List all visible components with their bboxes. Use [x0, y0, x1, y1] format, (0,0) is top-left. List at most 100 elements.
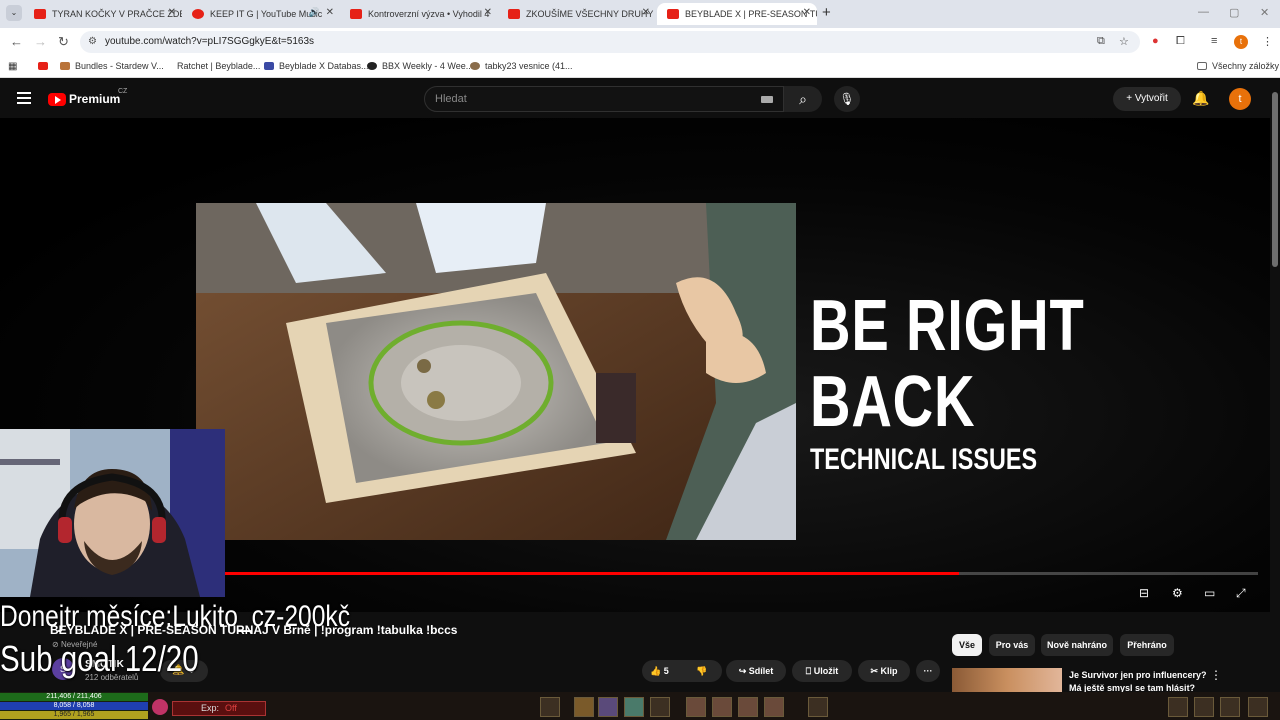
clip-button[interactable]: ✂ Klip — [858, 660, 910, 682]
bbx-icon — [367, 62, 377, 70]
all-bookmarks[interactable]: Všechny záložky — [1197, 61, 1279, 71]
skill-slot[interactable] — [764, 697, 784, 717]
portrait-icon[interactable] — [152, 699, 168, 715]
address-toolbar: ← → ↻ ⚙ youtube.com/watch?v=pLI7SGGgkyE&… — [0, 28, 1280, 56]
menu-kebab-icon[interactable]: ⋮ — [1262, 35, 1273, 48]
menu-slot[interactable] — [1220, 697, 1240, 717]
youtube-logo[interactable]: Premium CZ — [48, 88, 127, 106]
extension-badge-icon[interactable]: ● — [1152, 35, 1159, 47]
bookmark-star-icon[interactable]: ☆ — [1119, 35, 1129, 48]
menu-slot[interactable] — [1248, 697, 1268, 717]
reload-icon[interactable]: ↻ — [58, 34, 69, 50]
subtitles-icon[interactable]: ⊟ — [1139, 586, 1149, 600]
maximize-icon[interactable]: ▢ — [1229, 6, 1239, 19]
browser-tab[interactable]: KEEP IT G | YouTube Music 🔊 ✕ — [182, 3, 340, 25]
back-icon[interactable]: ← — [10, 34, 23, 49]
bookmark-item[interactable]: BBX Weekly - 4 Wee... — [367, 61, 473, 71]
skill-slot[interactable] — [686, 697, 706, 717]
skill-slot[interactable] — [712, 697, 732, 717]
tab-title: BEYBLADE X | PRE-SEASON TU — [685, 9, 817, 19]
skill-slot[interactable] — [574, 697, 594, 717]
create-button[interactable]: + Vytvořit — [1113, 87, 1181, 111]
sub-goal-overlay: Sub goal 12/20 — [0, 638, 199, 679]
apps-grid-icon[interactable]: ▦ — [8, 61, 17, 72]
search-icon: ⌕ — [799, 91, 807, 107]
extensions-icon[interactable]: ⧠ — [1176, 35, 1185, 48]
forward-icon[interactable]: → — [34, 34, 47, 49]
minimize-icon[interactable]: — — [1198, 6, 1209, 18]
brb-line-3: TECHNICAL ISSUES — [810, 443, 1038, 476]
bookmark-item[interactable]: Bundles - Stardew V... — [60, 61, 164, 71]
more-actions-button[interactable]: ··· — [916, 660, 940, 682]
bookmark-icon: ⎕ — [805, 666, 814, 676]
bookmark-item[interactable]: Ratchet | Beyblade... — [177, 61, 260, 71]
notifications-bell-icon[interactable]: 🔔 — [1192, 90, 1209, 107]
youtube-icon — [34, 9, 46, 19]
bookmarks-bar: ▦ Bundles - Stardew V... Ratchet | Beybl… — [0, 56, 1280, 78]
browser-tab-active[interactable]: BEYBLADE X | PRE-SEASON TU ✕ — [657, 3, 817, 25]
save-button[interactable]: ⎕ Uložit — [792, 660, 852, 682]
address-bar[interactable]: ⚙ youtube.com/watch?v=pLI7SGGgkyE&t=5163… — [80, 31, 1140, 53]
tab-search-button[interactable]: ⌄ — [6, 5, 22, 21]
browser-tab[interactable]: ZKOUŠÍME VŠECHNY DRUHY C ✕ — [498, 3, 656, 25]
be-right-back-overlay: BE RIGHT BACK TECHNICAL ISSUES — [810, 288, 1085, 480]
browser-tab[interactable]: TYRAN KOČKY V PRAČCE ZDEN ✕ — [24, 3, 182, 25]
scrollbar-thumb[interactable] — [1272, 92, 1278, 267]
search-button[interactable]: ⌕ — [784, 86, 822, 112]
close-icon[interactable]: ✕ — [803, 7, 811, 18]
browser-tab[interactable]: Kontroverzní výzva • Vyhodil 4 ✕ — [340, 3, 498, 25]
menu-slot[interactable] — [1168, 697, 1188, 717]
close-icon[interactable]: ✕ — [484, 7, 492, 18]
stats-panel: 211,406 / 211,406 8,058 / 8,058 1,965 / … — [0, 692, 148, 720]
chip-all[interactable]: Vše — [952, 634, 982, 656]
page-scrollbar[interactable] — [1270, 80, 1280, 692]
chip-recently-uploaded[interactable]: Nově nahráno — [1041, 634, 1113, 656]
speaker-icon[interactable]: 🔊 — [309, 7, 320, 18]
skill-slot[interactable] — [650, 697, 670, 717]
bookmark-label: Bundles - Stardew V... — [75, 61, 164, 71]
video-title: BEYBLADE X | PRE-SEASON TURNAJ V Brně | … — [50, 623, 458, 637]
more-vertical-icon[interactable]: ⋮ — [1210, 668, 1222, 682]
share-label: Sdílet — [748, 666, 774, 676]
site-info-icon[interactable]: ⚙ — [88, 36, 97, 47]
youtube-icon — [38, 62, 48, 70]
keyboard-icon[interactable] — [761, 96, 773, 103]
skill-slot[interactable] — [808, 697, 828, 717]
menu-icon[interactable] — [17, 92, 31, 104]
like-button[interactable]: 👍 5 — [650, 660, 669, 682]
tab-title: TYRAN KOČKY V PRAČCE ZDEN — [52, 9, 182, 19]
search-input[interactable]: Hledat — [424, 86, 784, 112]
skill-slot[interactable] — [624, 697, 644, 717]
close-icon[interactable]: ✕ — [326, 7, 334, 18]
menu-slot[interactable] — [1194, 697, 1214, 717]
close-icon[interactable]: ✕ — [168, 7, 176, 18]
exp-toggle[interactable]: Exp: Off — [172, 701, 266, 716]
account-avatar[interactable]: t — [1229, 88, 1251, 110]
skill-slot[interactable] — [540, 697, 560, 717]
window-close-icon[interactable]: ✕ — [1260, 6, 1269, 19]
install-app-icon[interactable]: ⧉ — [1097, 35, 1105, 48]
share-button[interactable]: ↪ Sdílet — [726, 660, 786, 682]
bookmark-item[interactable]: Beyblade X Databas... — [264, 61, 369, 71]
reading-list-icon[interactable]: ≡ — [1211, 35, 1217, 47]
close-icon[interactable]: ✕ — [642, 7, 650, 18]
recommended-thumbnail[interactable] — [952, 668, 1062, 692]
share-icon: ↪ — [738, 666, 749, 676]
bookmark-youtube[interactable] — [38, 61, 53, 71]
thumbs-up-icon: 👍 — [650, 666, 664, 676]
skill-slot[interactable] — [738, 697, 758, 717]
search-placeholder: Hledat — [435, 93, 467, 105]
new-tab-button[interactable]: + — [822, 4, 831, 21]
chip-watched[interactable]: Přehráno — [1120, 634, 1174, 656]
skill-slot[interactable] — [598, 697, 618, 717]
fullscreen-icon[interactable]: ⤢ — [1236, 586, 1246, 601]
webcam-feed-image — [0, 429, 225, 597]
profile-avatar[interactable]: t — [1234, 35, 1248, 49]
chip-for-you[interactable]: Pro vás — [989, 634, 1035, 656]
game-hud: 211,406 / 211,406 8,058 / 8,058 1,965 / … — [0, 692, 1280, 720]
settings-gear-icon[interactable]: ⚙ — [1172, 586, 1183, 600]
dislike-button[interactable]: 👎 — [696, 660, 707, 682]
bookmark-item[interactable]: tabky23 vesnice (41... — [470, 61, 573, 71]
voice-search-button[interactable]: 🎙 — [834, 86, 860, 112]
theater-mode-icon[interactable]: ▭ — [1204, 586, 1215, 600]
